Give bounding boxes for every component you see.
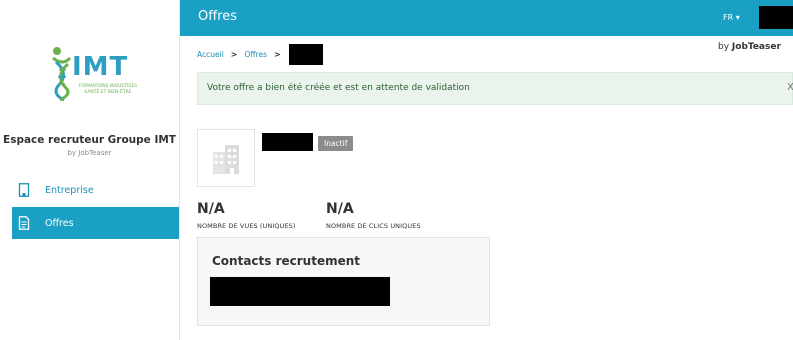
chevron-right-icon: > (230, 50, 238, 59)
company-logo-placeholder (197, 129, 255, 187)
offer-title-redacted (262, 133, 313, 151)
logo-tagline: FORMATIONS INDUSTRIES SANTÉ ET BIEN-ÊTRE (78, 84, 138, 95)
logo-text: IMT (72, 52, 129, 82)
sidebar-item-entreprise[interactable]: Entreprise (12, 174, 179, 206)
user-menu-redacted[interactable] (759, 6, 793, 29)
contacts-redacted (210, 277, 390, 306)
building-icon (18, 183, 30, 197)
contacts-panel: Contacts recrutement (197, 237, 490, 326)
space-subtitle: by JobTeaser (67, 149, 112, 157)
chevron-right-icon: > (274, 50, 281, 59)
brand-name: JobTeaser (731, 42, 781, 52)
language-dropdown[interactable]: FR ▾ (723, 13, 740, 22)
imt-logo: IMT FORMATIONS INDUSTRIES SANTÉ ET BIEN-… (50, 44, 142, 106)
sidebar-item-offres[interactable]: Offres (12, 207, 179, 239)
page-title: Offres (198, 9, 238, 24)
status-badge: Inactif (318, 136, 354, 151)
jobteaser-brand: by JobTeaser (718, 42, 781, 52)
breadcrumb-home-link[interactable]: Accueil (197, 50, 224, 59)
sidebar-item-label: Entreprise (45, 184, 94, 196)
document-icon (18, 216, 30, 230)
clicks-label: NOMBRE DE CLICS UNIQUES (326, 222, 421, 230)
buildings-icon (213, 145, 239, 174)
contacts-title: Contacts recrutement (212, 254, 361, 268)
views-label: NOMBRE DE VUES (UNIQUES) (197, 222, 296, 230)
breadcrumb-current-redacted (288, 44, 323, 65)
breadcrumb-offres-link[interactable]: Offres (244, 50, 267, 59)
top-bar: Offres FR ▾ (180, 0, 793, 36)
sidebar: IMT FORMATIONS INDUSTRIES SANTÉ ET BIEN-… (0, 0, 180, 340)
breadcrumb: Accueil > Offres > (197, 44, 323, 65)
brand-prefix: by (718, 42, 732, 52)
success-alert: Votre offre a bien été créée et est en a… (197, 72, 793, 105)
alert-message: Votre offre a bien été créée et est en a… (207, 83, 470, 93)
space-title: Espace recruteur Groupe IMT (3, 134, 176, 146)
sidebar-item-label: Offres (45, 217, 74, 229)
close-icon[interactable]: X (787, 82, 793, 93)
views-value: N/A (197, 201, 225, 217)
clicks-value: N/A (326, 201, 354, 217)
